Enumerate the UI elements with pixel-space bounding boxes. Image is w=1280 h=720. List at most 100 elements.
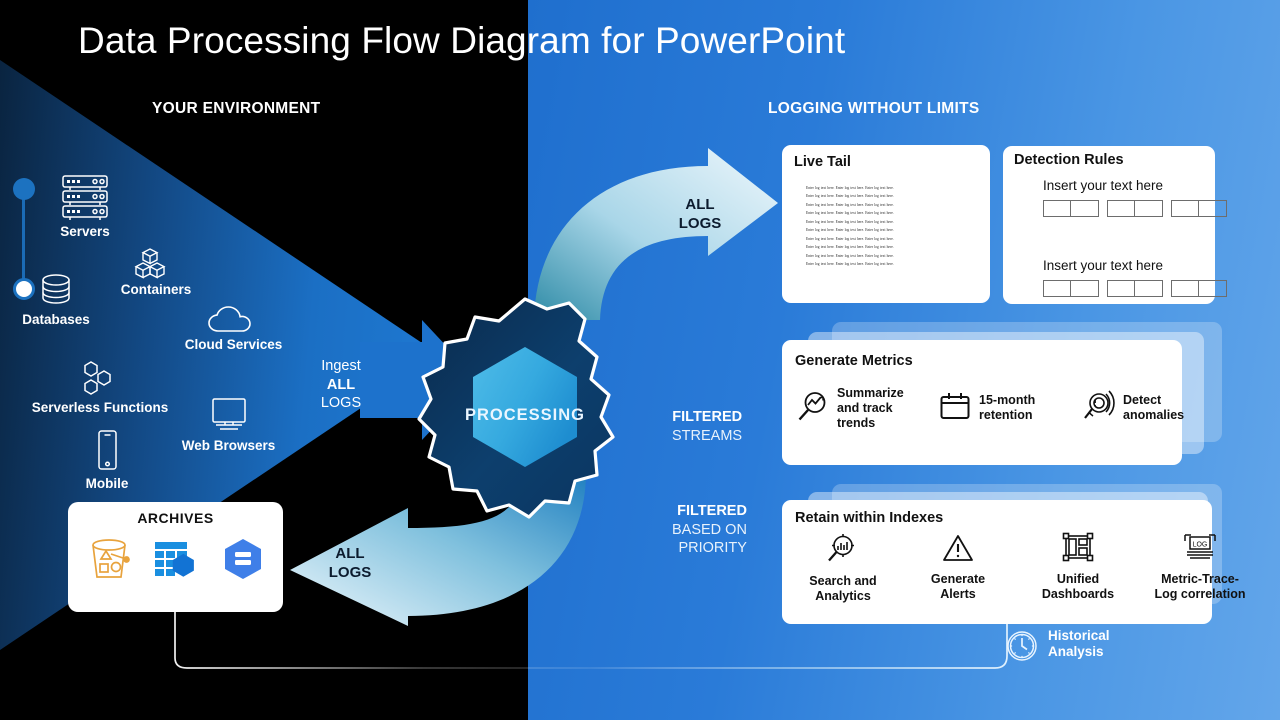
filtered-streams-rest: STREAMS bbox=[672, 427, 743, 444]
retain-label: Generate Alerts bbox=[930, 572, 986, 601]
cell[interactable] bbox=[1199, 200, 1227, 217]
filtered-streams-label: FILTERED STREAMS bbox=[672, 408, 742, 445]
detection-rule-text-2: Insert your text here bbox=[1043, 258, 1164, 273]
detection-rules-connector bbox=[22, 188, 25, 288]
cell[interactable] bbox=[1171, 200, 1199, 217]
historical-line1: Historical bbox=[1048, 628, 1110, 643]
slide-canvas: Data Processing Flow Diagram for PowerPo… bbox=[0, 0, 1280, 720]
log-line: Enter log text here. Enter log text here… bbox=[806, 253, 894, 258]
metric-retention[interactable]: 15-month retention bbox=[938, 386, 1056, 430]
filtered-priority-rest1: BASED ON bbox=[672, 521, 747, 538]
retain-search-analytics[interactable]: Search and Analytics bbox=[794, 532, 892, 604]
cell-group[interactable] bbox=[1107, 200, 1163, 217]
all-logs-bottom-line1: ALL bbox=[335, 545, 365, 562]
filtered-priority-label: FILTERED BASED ON PRIORITY bbox=[672, 502, 747, 558]
log-line: Enter log text here. Enter log text here… bbox=[806, 261, 894, 266]
monitor-icon bbox=[172, 396, 285, 436]
all-logs-label-top: ALL LOGS bbox=[668, 196, 732, 234]
cell[interactable] bbox=[1043, 200, 1071, 217]
live-tail-card[interactable]: Live Tail Enter log text here. Enter log… bbox=[782, 145, 990, 303]
anomaly-radar-icon bbox=[1082, 389, 1116, 428]
filtered-priority-rest2: PRIORITY bbox=[678, 540, 747, 557]
cell[interactable] bbox=[1043, 280, 1071, 297]
cell[interactable] bbox=[1071, 200, 1099, 217]
source-mobile[interactable]: Mobile bbox=[76, 428, 138, 491]
log-line: Enter log text here. Enter log text here… bbox=[806, 245, 894, 250]
cell[interactable] bbox=[1107, 200, 1135, 217]
detection-rule-marker-hollow[interactable] bbox=[13, 278, 35, 300]
dashboard-layout-icon bbox=[1061, 532, 1095, 569]
historical-line2: Analysis bbox=[1048, 644, 1104, 660]
all-logs-label-bottom: ALL LOGS bbox=[318, 545, 382, 583]
source-cloud-services[interactable]: Cloud Services bbox=[176, 305, 291, 352]
archives-card[interactable]: ARCHIVES bbox=[68, 502, 283, 612]
cell-group[interactable] bbox=[1043, 200, 1099, 217]
filtered-streams-bold: FILTERED bbox=[672, 409, 743, 425]
live-tail-title: Live Tail bbox=[794, 154, 851, 170]
source-label: Serverless Functions bbox=[31, 400, 169, 415]
detection-rules-title: Detection Rules bbox=[1014, 152, 1124, 168]
source-label: Mobile bbox=[85, 476, 129, 491]
retain-label: Unified Dashboards bbox=[1041, 572, 1115, 601]
metric-label: Summarize and track trends bbox=[837, 386, 904, 430]
clock-icon bbox=[1004, 628, 1040, 669]
storage-hexagon-icon[interactable] bbox=[219, 536, 267, 587]
source-label: Web Browsers bbox=[181, 438, 276, 453]
mobile-phone-icon bbox=[76, 428, 138, 474]
ingest-line1: Ingest bbox=[321, 358, 361, 374]
cell[interactable] bbox=[1171, 280, 1199, 297]
metric-detect-anomalies[interactable]: Detect anomalies bbox=[1082, 386, 1192, 430]
source-label: Containers bbox=[120, 282, 192, 297]
detection-rule-cells-1[interactable] bbox=[1043, 200, 1227, 217]
all-logs-top-line2: LOGS bbox=[678, 214, 722, 232]
archives-title: ARCHIVES bbox=[137, 510, 214, 526]
svg-text:LOG: LOG bbox=[1193, 542, 1208, 549]
cell-group[interactable] bbox=[1043, 280, 1099, 297]
log-line: Enter log text here. Enter log text here… bbox=[806, 211, 894, 216]
metrics-feature-row: Summarize and track trends 15-month rete… bbox=[796, 386, 1192, 430]
ingest-line3: LOGS bbox=[320, 395, 362, 412]
log-line: Enter log text here. Enter log text here… bbox=[806, 186, 894, 190]
retain-feature-row: Search and Analytics Generate Alerts Uni… bbox=[794, 532, 1248, 604]
log-line: Enter log text here. Enter log text here… bbox=[806, 202, 894, 207]
archives-icon-row bbox=[85, 535, 267, 588]
magnifier-trend-icon bbox=[796, 389, 830, 428]
log-box-icon: LOG bbox=[1182, 532, 1218, 569]
log-line: Enter log text here. Enter log text here… bbox=[806, 194, 894, 199]
processing-gear[interactable]: PROCESSING bbox=[405, 295, 645, 535]
source-serverless-functions[interactable]: Serverless Functions bbox=[26, 360, 174, 415]
retain-metric-trace-log[interactable]: LOG Metric-Trace-Log correlation bbox=[1152, 532, 1248, 604]
cell-group[interactable] bbox=[1171, 200, 1227, 217]
source-label: Servers bbox=[60, 224, 110, 239]
cell[interactable] bbox=[1107, 280, 1135, 297]
calendar-icon bbox=[938, 390, 972, 427]
cell[interactable] bbox=[1135, 200, 1163, 217]
cell[interactable] bbox=[1071, 280, 1099, 297]
retain-within-indexes-card[interactable]: Retain within Indexes Search and Analyti… bbox=[782, 500, 1245, 624]
serverless-hexagons-icon bbox=[26, 360, 174, 398]
magnifier-chart-icon bbox=[826, 532, 860, 571]
source-web-browsers[interactable]: Web Browsers bbox=[172, 396, 285, 453]
source-containers[interactable]: Containers bbox=[120, 246, 192, 297]
cell-group[interactable] bbox=[1171, 280, 1227, 297]
s3-bucket-icon[interactable] bbox=[85, 535, 135, 588]
cloud-icon bbox=[176, 305, 291, 335]
log-line: Enter log text here. Enter log text here… bbox=[806, 219, 894, 224]
detection-rule-marker-filled[interactable] bbox=[13, 178, 35, 200]
retain-unified-dashboards[interactable]: Unified Dashboards bbox=[1024, 532, 1132, 604]
metric-summarize-trends[interactable]: Summarize and track trends bbox=[796, 386, 912, 430]
cell-group[interactable] bbox=[1107, 280, 1163, 297]
generate-metrics-card[interactable]: Generate Metrics Summarize and track tre… bbox=[782, 340, 1184, 465]
historical-analysis-label: Historical Analysis bbox=[1048, 628, 1110, 660]
bigquery-table-icon[interactable] bbox=[151, 536, 203, 587]
source-label: Cloud Services bbox=[184, 337, 283, 352]
detection-rule-cells-2[interactable] bbox=[1043, 280, 1227, 297]
log-line: Enter log text here. Enter log text here… bbox=[806, 228, 894, 233]
cell[interactable] bbox=[1135, 280, 1163, 297]
source-servers[interactable]: Servers bbox=[50, 172, 120, 239]
filtered-priority-bold: FILTERED bbox=[677, 503, 747, 519]
cell[interactable] bbox=[1199, 280, 1227, 297]
retain-generate-alerts[interactable]: Generate Alerts bbox=[912, 532, 1004, 604]
retain-title: Retain within Indexes bbox=[795, 510, 944, 526]
source-label: Databases bbox=[22, 312, 90, 327]
